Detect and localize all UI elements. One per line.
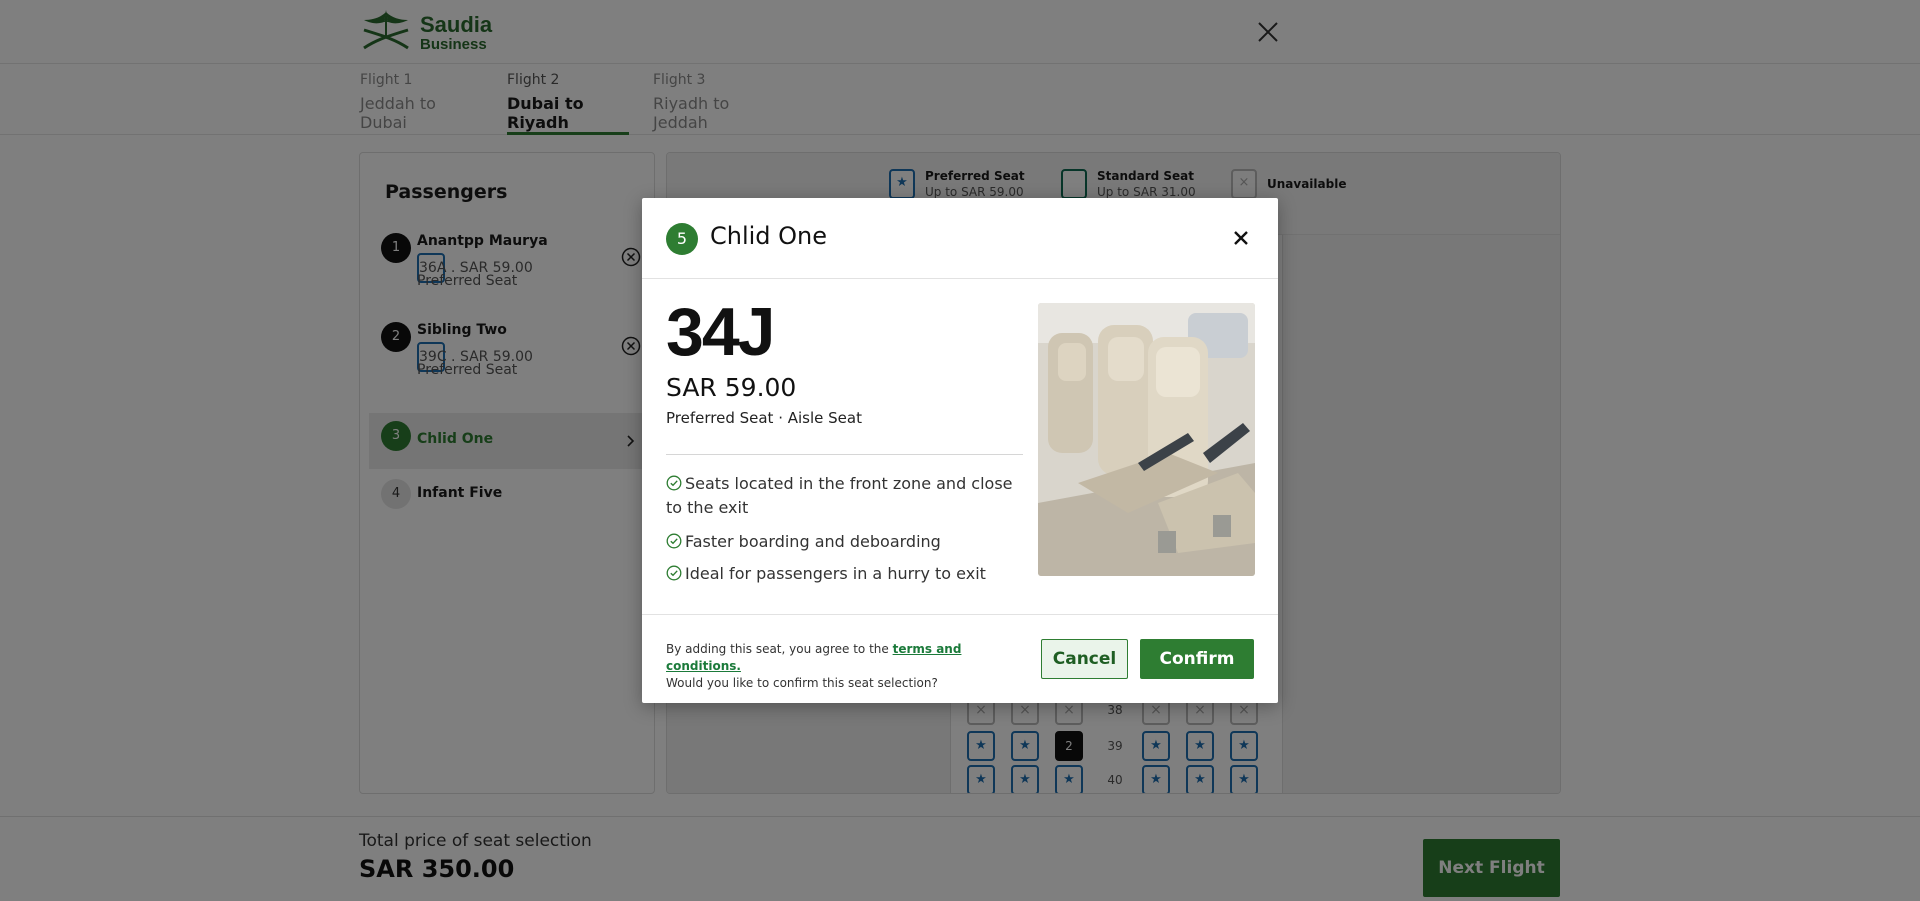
seat-confirm-dialog: 5 Chlid One 34J SAR 59.00 Preferred Seat… [642, 198, 1278, 703]
cancel-button[interactable]: Cancel [1041, 639, 1128, 679]
feature-text: Seats located in the front zone and clos… [666, 474, 1013, 517]
seat-photo [1038, 303, 1255, 576]
divider [666, 454, 1023, 455]
passenger-badge: 5 [666, 223, 698, 255]
seat-description: Preferred Seat · Aisle Seat [666, 409, 862, 427]
divider [642, 614, 1278, 615]
terms-question: Would you like to confirm this seat sele… [666, 676, 938, 690]
feature-item: Seats located in the front zone and clos… [666, 472, 1026, 520]
feature-item: Ideal for passengers in a hurry to exit [666, 562, 1026, 586]
check-circle-icon [666, 565, 682, 581]
feature-text: Ideal for passengers in a hurry to exit [685, 564, 986, 583]
terms-prefix: By adding this seat, you agree to the [666, 642, 893, 656]
feature-text: Faster boarding and deboarding [685, 532, 941, 551]
seat-number: 34J [666, 294, 775, 370]
close-icon[interactable] [1228, 225, 1254, 251]
feature-item: Faster boarding and deboarding [666, 530, 1026, 554]
seat-price: SAR 59.00 [666, 373, 797, 402]
check-circle-icon [666, 533, 682, 549]
confirm-button[interactable]: Confirm [1140, 639, 1254, 679]
dialog-title: Chlid One [710, 222, 828, 250]
dialog-header: 5 Chlid One [642, 198, 1278, 279]
terms-text: By adding this seat, you agree to the te… [666, 641, 1036, 692]
check-circle-icon [666, 475, 682, 491]
